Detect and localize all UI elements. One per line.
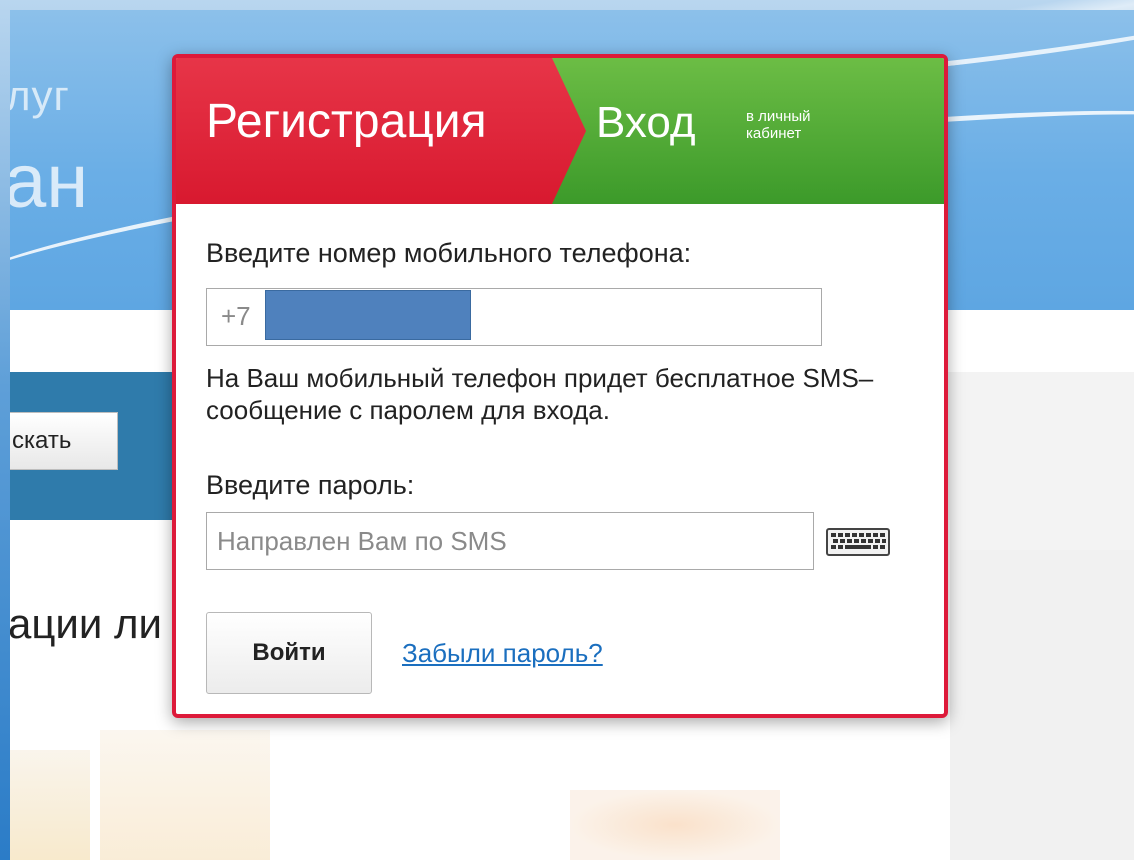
tab-login-label: Вход: [596, 98, 696, 147]
phone-input[interactable]: +7: [206, 288, 822, 346]
tab-registration-label: Регистрация: [206, 95, 487, 148]
redacted-phone-number: [265, 290, 471, 340]
header-title-big-partial: ан: [10, 139, 89, 224]
header-title-partial: луг: [10, 72, 70, 119]
popup-tabs: Регистрация Вход в личный кабинет: [176, 58, 944, 204]
search-button[interactable]: скать: [10, 412, 118, 470]
tab-registration[interactable]: Регистрация: [176, 58, 586, 204]
password-input[interactable]: [206, 512, 814, 570]
keyboard-icon[interactable]: [826, 528, 890, 556]
tab-login[interactable]: Вход в личный кабинет: [536, 58, 944, 204]
right-column: [950, 550, 1134, 860]
forgot-password-link[interactable]: Забыли пароль?: [402, 638, 603, 669]
login-popup: Регистрация Вход в личный кабинет Введит…: [172, 54, 948, 718]
sms-hint-text: На Ваш мобильный телефон придет бесплатн…: [206, 363, 874, 425]
section-heading: ации ли: [10, 600, 162, 647]
tab-login-sublabel: в личный кабинет: [746, 108, 811, 142]
thumbnail-image: [10, 750, 90, 860]
login-button[interactable]: Войти: [206, 612, 372, 694]
phone-label: Введите номер мобильного телефона:: [206, 238, 692, 268]
thumbnail-image: [570, 790, 780, 860]
password-label: Введите пароль:: [206, 470, 415, 500]
phone-prefix: +7: [221, 301, 251, 331]
thumbnail-image: [100, 730, 270, 860]
